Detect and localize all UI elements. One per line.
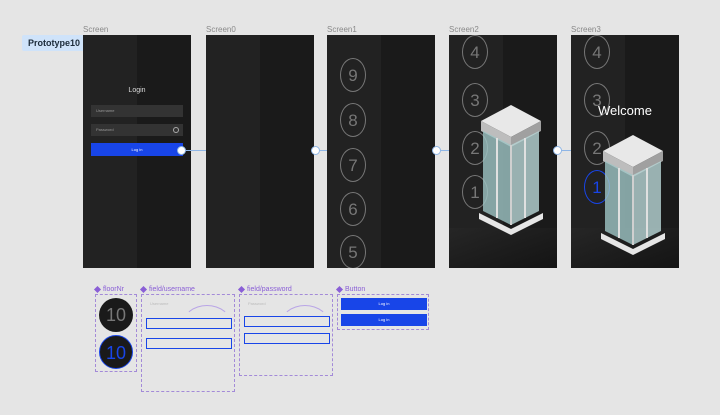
component-label-password[interactable]: field/password (237, 285, 292, 294)
flow-name: Prototype10 (28, 38, 81, 48)
component-label-button[interactable]: Button (335, 285, 365, 294)
screen3[interactable]: 4 3 2 1 Welcome (571, 35, 679, 268)
floor-button[interactable]: 8 (340, 103, 366, 137)
username-input[interactable]: Username (91, 105, 183, 117)
component-set-button[interactable]: Log in Log in (337, 294, 429, 330)
prototype-handle[interactable] (177, 146, 186, 155)
login-button[interactable]: Log in (91, 143, 183, 156)
component-icon (93, 285, 102, 294)
component-icon (139, 285, 148, 294)
password-variant-typing[interactable] (244, 352, 330, 363)
component-label-floornr[interactable]: floorNr (93, 285, 124, 294)
password-placeholder: Password (96, 127, 114, 132)
prototype-handle[interactable] (553, 146, 562, 155)
floor-button[interactable]: 5 (340, 235, 366, 268)
component-icon (237, 285, 246, 294)
frame-label-screen0[interactable]: Screen0 (206, 25, 236, 34)
eye-icon[interactable] (173, 127, 179, 133)
component-icon (335, 285, 344, 294)
shadow-panel (381, 35, 435, 268)
floor-button[interactable]: 9 (340, 58, 366, 92)
floor-button[interactable]: 6 (340, 192, 366, 226)
component-set-password[interactable]: Password (239, 294, 333, 376)
frame-label-screen1[interactable]: Screen1 (327, 25, 357, 34)
password-input[interactable]: Password (91, 124, 183, 136)
elevator-illustration (601, 135, 665, 255)
button-variant-default[interactable]: Log in (341, 298, 427, 310)
component-set-username[interactable]: Username (141, 294, 235, 392)
prototype-connection (185, 150, 206, 151)
screen2[interactable]: 4 3 2 1 (449, 35, 557, 268)
frame-label-screen[interactable]: Screen (83, 25, 108, 34)
frame-label-screen3[interactable]: Screen3 (571, 25, 601, 34)
screen0[interactable] (206, 35, 314, 268)
login-title: Login (128, 87, 146, 94)
prototype-handle[interactable] (311, 146, 320, 155)
shadow-panel (260, 35, 314, 268)
screen1[interactable]: 9 8 7 6 5 (327, 35, 435, 268)
component-set-floornr[interactable]: 10 10 (95, 294, 137, 372)
interaction-wire (280, 305, 330, 345)
username-variant-typing[interactable] (146, 358, 232, 369)
elevator-illustration (479, 105, 543, 235)
floor-button[interactable]: 7 (340, 148, 366, 182)
prototype-handle[interactable] (432, 146, 441, 155)
frame-label-screen2[interactable]: Screen2 (449, 25, 479, 34)
floornr-default[interactable]: 10 (99, 298, 133, 332)
interaction-wire (182, 305, 232, 345)
floornr-active[interactable]: 10 (99, 335, 133, 369)
screen-login[interactable]: Login Username Password Log in (83, 35, 191, 268)
button-variant-hover[interactable]: Log in (341, 314, 427, 326)
component-label-username[interactable]: field/username (139, 285, 195, 294)
